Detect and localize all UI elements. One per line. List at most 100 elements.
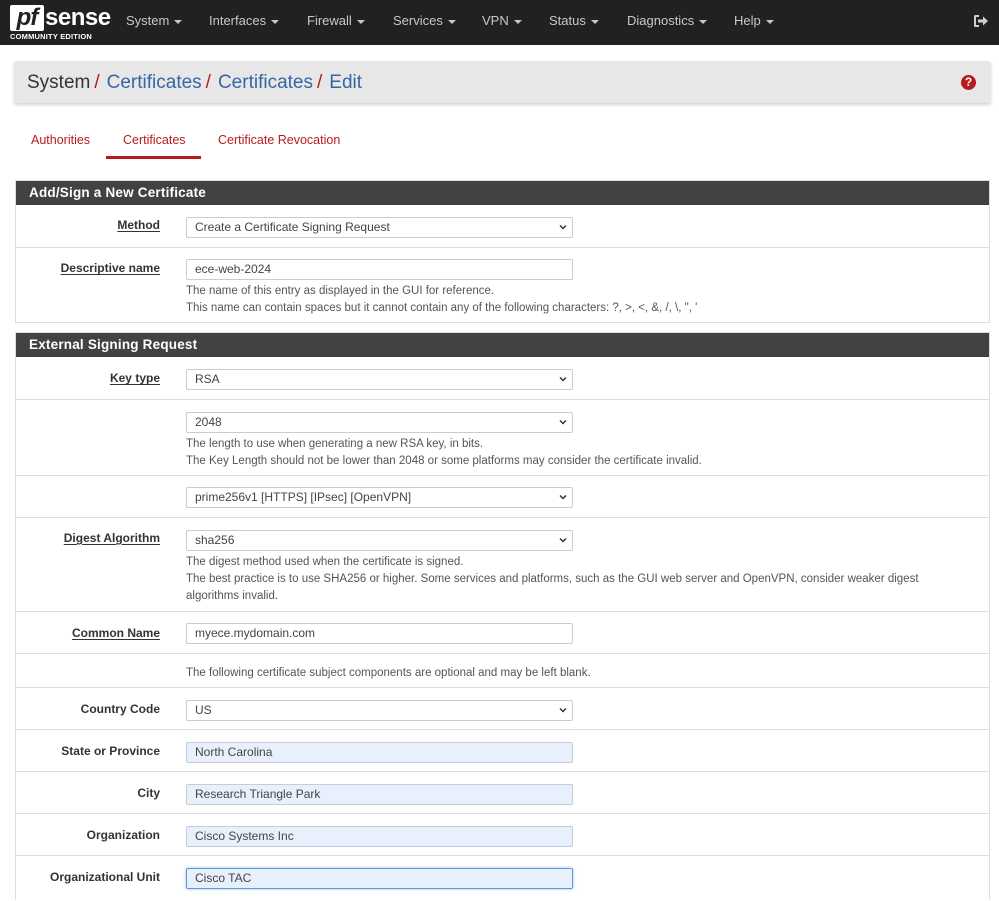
form-row-organization: Organization Cisco Systems Inc: [16, 813, 989, 855]
country-code-value: US: [195, 703, 212, 717]
city-input[interactable]: Research Triangle Park: [186, 784, 573, 805]
form-row-state: State or Province North Carolina: [16, 729, 989, 771]
breadcrumb-root: System: [27, 72, 91, 93]
organization-label: Organization: [86, 828, 160, 842]
nav-system[interactable]: System: [126, 0, 183, 45]
method-value: Create a Certificate Signing Request: [195, 220, 390, 234]
logo-edition: COMMUNITY EDITION: [10, 32, 93, 41]
optional-components-note: The following certificate subject compon…: [186, 667, 591, 679]
state-input[interactable]: North Carolina: [186, 742, 573, 763]
state-value: North Carolina: [195, 745, 273, 759]
key-type-value: RSA: [195, 372, 220, 386]
key-length-select[interactable]: 2048: [186, 412, 573, 433]
panel-title: Add/Sign a New Certificate: [16, 181, 989, 205]
nav-status-label: Status: [549, 13, 586, 28]
form-row-ecdsa-curve: prime256v1 [HTTPS] [IPsec] [OpenVPN]: [16, 475, 989, 517]
nav-help[interactable]: Help: [734, 0, 774, 45]
key-length-value: 2048: [195, 415, 222, 429]
city-value: Research Triangle Park: [195, 787, 321, 801]
nav-diagnostics-label: Diagnostics: [627, 13, 695, 28]
organizational-unit-input[interactable]: Cisco TAC: [186, 868, 573, 889]
breadcrumb-separator: /: [316, 72, 323, 93]
form-row-descriptive-name: Descriptive name ece-web-2024 The name o…: [16, 247, 989, 323]
breadcrumb-link-certificates[interactable]: Certificates: [107, 72, 202, 93]
organization-value: Cisco Systems Inc: [195, 829, 294, 843]
tab-certificate-revocation[interactable]: Certificate Revocation: [218, 133, 340, 147]
caret-down-icon: [513, 19, 522, 24]
digest-algorithm-label: Digest Algorithm: [63, 531, 160, 545]
chevron-down-icon: [559, 376, 567, 382]
caret-down-icon: [699, 19, 708, 24]
common-name-value: myece.mydomain.com: [195, 626, 316, 640]
key-length-help-1: The length to use when generating a new …: [186, 438, 484, 450]
key-type-label: Key type: [109, 371, 160, 385]
pfsense-logo[interactable]: pf sense COMMUNITY EDITION: [10, 4, 111, 41]
top-navbar: pf sense COMMUNITY EDITION System Interf…: [0, 0, 999, 45]
help-icon[interactable]: ?: [961, 75, 976, 90]
digest-algorithm-select[interactable]: sha256: [186, 530, 573, 551]
caret-down-icon: [271, 19, 280, 24]
nav-services[interactable]: Services: [393, 0, 456, 45]
nav-status[interactable]: Status: [549, 0, 599, 45]
form-row-city: City Research Triangle Park: [16, 771, 989, 813]
chevron-down-icon: [559, 494, 567, 500]
descriptive-name-input[interactable]: ece-web-2024: [186, 259, 573, 280]
key-type-select[interactable]: RSA: [186, 369, 573, 390]
organizational-unit-label: Organizational Unit: [49, 870, 160, 884]
breadcrumb-panel: System / Certificates / Certificates / Edit ?: [14, 61, 991, 103]
breadcrumb-link-certificates-2[interactable]: Certificates: [218, 72, 313, 93]
panel-title: External Signing Request: [16, 333, 989, 357]
nav-diagnostics[interactable]: Diagnostics: [627, 0, 708, 45]
tab-certificates[interactable]: Certificates: [123, 133, 186, 147]
ecdsa-curve-select[interactable]: prime256v1 [HTTPS] [IPsec] [OpenVPN]: [186, 487, 573, 508]
city-label: City: [137, 786, 160, 800]
key-length-help-2: The Key Length should not be lower than …: [186, 455, 702, 467]
panel-add-sign-certificate: Add/Sign a New Certificate Method Create…: [15, 180, 990, 323]
form-row-country-code: Country Code US: [16, 687, 989, 729]
tab-authorities[interactable]: Authorities: [31, 133, 90, 147]
common-name-label: Common Name: [71, 626, 160, 640]
nav-interfaces[interactable]: Interfaces: [209, 0, 280, 45]
form-row-optional-note: The following certificate subject compon…: [16, 653, 989, 687]
form-row-method: Method Create a Certificate Signing Requ…: [16, 205, 989, 248]
logo-mark: pf: [10, 5, 44, 31]
country-code-label: Country Code: [80, 702, 160, 716]
nav-firewall-label: Firewall: [307, 13, 352, 28]
nav-interfaces-label: Interfaces: [209, 13, 267, 28]
digest-help-3: algorithms invalid.: [186, 590, 279, 602]
breadcrumb-separator: /: [205, 72, 211, 93]
digest-help-2: The best practice is to use SHA256 or hi…: [186, 573, 919, 585]
common-name-input[interactable]: myece.mydomain.com: [186, 623, 573, 644]
caret-down-icon: [447, 19, 456, 24]
form-row-digest-algorithm: Digest Algorithm sha256 The digest metho…: [16, 517, 989, 611]
state-label: State or Province: [61, 744, 160, 758]
caret-down-icon: [356, 19, 365, 24]
chevron-down-icon: [559, 224, 567, 230]
caret-down-icon: [590, 19, 599, 24]
caret-down-icon: [174, 19, 183, 24]
nav-services-label: Services: [393, 13, 443, 28]
nav-system-label: System: [126, 13, 170, 28]
form-row-key-type: Key type RSA: [16, 357, 989, 399]
ecdsa-curve-value: prime256v1 [HTTPS] [IPsec] [OpenVPN]: [195, 490, 412, 504]
method-label: Method: [117, 218, 160, 232]
organization-input[interactable]: Cisco Systems Inc: [186, 826, 573, 847]
sign-out-icon[interactable]: [973, 13, 989, 29]
chevron-down-icon: [559, 707, 567, 713]
panel-external-signing-request: External Signing Request Key type RSA 20…: [15, 332, 990, 900]
organizational-unit-value: Cisco TAC: [195, 871, 252, 885]
nav-vpn[interactable]: VPN: [482, 0, 522, 45]
descriptive-name-value: ece-web-2024: [195, 262, 272, 276]
active-tab-indicator: [106, 156, 201, 159]
digest-algorithm-value: sha256: [195, 533, 235, 547]
digest-help-1: The digest method used when the certific…: [186, 556, 464, 568]
form-row-common-name: Common Name myece.mydomain.com: [16, 611, 989, 653]
caret-down-icon: [765, 19, 774, 24]
method-select[interactable]: Create a Certificate Signing Request: [186, 217, 573, 238]
form-row-organizational-unit: Organizational Unit Cisco TAC: [16, 855, 989, 901]
country-code-select[interactable]: US: [186, 700, 573, 721]
nav-firewall[interactable]: Firewall: [307, 0, 365, 45]
breadcrumb-link-edit[interactable]: Edit: [329, 72, 362, 93]
form-row-key-length: 2048 The length to use when generating a…: [16, 399, 989, 475]
nav-help-label: Help: [734, 13, 761, 28]
